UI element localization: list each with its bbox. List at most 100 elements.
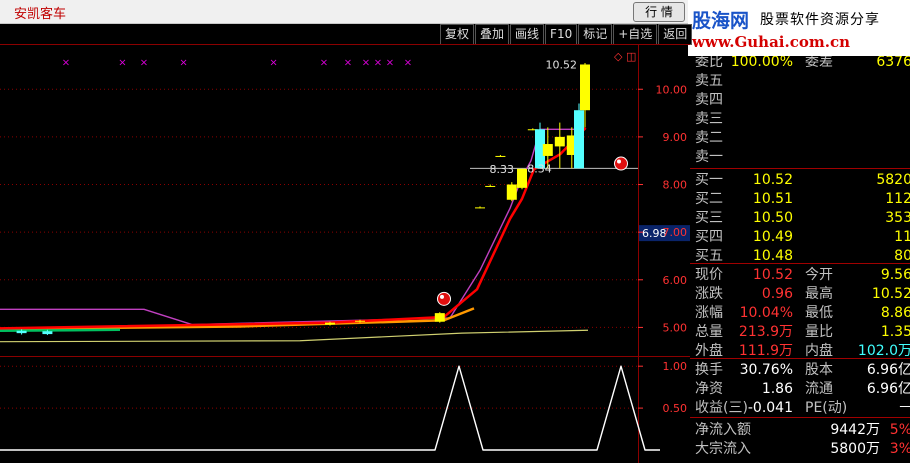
price-annotation-2: 8.34 bbox=[527, 162, 552, 175]
quote-label: 净流入额 bbox=[695, 422, 751, 438]
quote-value: 9442万 bbox=[830, 422, 880, 438]
quote-value: 10.52 bbox=[752, 172, 793, 188]
app-title: 安凯客车 bbox=[14, 7, 67, 22]
quote-value-2: 80 bbox=[894, 248, 910, 264]
marker-x-icon: × bbox=[140, 57, 148, 68]
quote-value-2: 11 bbox=[894, 229, 910, 245]
draw-line-button[interactable]: 画线 bbox=[510, 24, 545, 45]
quote-label: 涨跌 bbox=[695, 286, 723, 302]
quote-value: 10.50 bbox=[752, 210, 793, 226]
quote-row: 买一 10.52 5820 bbox=[690, 171, 910, 190]
quote-row: 换手 30.76% 股本 6.96亿 bbox=[690, 361, 910, 380]
quote-label-2: 流通 bbox=[805, 381, 833, 397]
candle-body-9 bbox=[517, 168, 527, 188]
candle-body-1 bbox=[42, 331, 53, 335]
quote-label: 大宗流入 bbox=[695, 441, 751, 457]
quote-value: 30.76% bbox=[739, 362, 793, 378]
quote-label: 买五 bbox=[695, 248, 723, 264]
restore-rights-button[interactable]: 复权 bbox=[440, 24, 475, 45]
quote-value-2: 1.35 bbox=[880, 324, 910, 340]
marker-x-icon: × bbox=[118, 57, 126, 68]
quote-value-2: 112 bbox=[885, 191, 910, 207]
quote-row: 买二 10.51 112 bbox=[690, 190, 910, 209]
marker-x-icon: × bbox=[344, 57, 352, 68]
quote-value-2: 102.0万 bbox=[857, 343, 910, 359]
quote-row: 外盘 111.9万 内盘 102.0万 bbox=[690, 342, 910, 361]
quote-value-2: 5820 bbox=[876, 172, 910, 188]
signal-highlight-icon bbox=[617, 159, 621, 164]
quote-row: 现价 10.52 今开 9.56 bbox=[690, 266, 910, 285]
marker-x-icon: × bbox=[386, 57, 394, 68]
quote-label: 买四 bbox=[695, 229, 723, 245]
y-tick-label-4: 6.00 bbox=[663, 274, 688, 287]
quote-value-2: 6.96亿 bbox=[866, 381, 910, 397]
brand-logo: 股海网 股票软件资源分享 www.Guhai.com.cn bbox=[688, 0, 910, 56]
quote-label-2: 内盘 bbox=[805, 343, 833, 359]
signal-ball-icon bbox=[614, 156, 628, 171]
marker-x-icon: × bbox=[374, 57, 382, 68]
marker-x-icon: × bbox=[404, 57, 412, 68]
quote-value: 10.48 bbox=[752, 248, 793, 264]
chart-toolbar: 复权 叠加 画线 F10 标记 +自选 返回 bbox=[440, 24, 693, 45]
ma-magenta-line bbox=[0, 128, 586, 326]
f10-button[interactable]: F10 bbox=[545, 24, 578, 45]
marker-x-icon: × bbox=[362, 57, 370, 68]
y-tick-label-1: 9.00 bbox=[663, 131, 688, 144]
overlay-button[interactable]: 叠加 bbox=[475, 24, 510, 45]
back-button[interactable]: 返回 bbox=[658, 24, 693, 45]
quote-value: 111.9万 bbox=[738, 343, 793, 359]
candle-body-0 bbox=[16, 330, 27, 334]
quote-value-2: 5% bbox=[889, 422, 910, 438]
quote-row: 收益(三)-0.041 PE(动) － bbox=[690, 399, 910, 418]
quote-value-2: 10.52 bbox=[871, 286, 910, 302]
marker-x-icon: × bbox=[320, 57, 328, 68]
mark-button[interactable]: 标记 bbox=[578, 24, 613, 45]
quote-label: 买二 bbox=[695, 191, 723, 207]
quote-row: 净资 1.86 流通 6.96亿 bbox=[690, 380, 910, 399]
quote-value-2: 6376 bbox=[876, 56, 910, 70]
quote-label: 卖一 bbox=[695, 149, 723, 165]
brand-url: www.Guhai.com.cn bbox=[692, 33, 850, 51]
quote-value: 1.86 bbox=[761, 381, 793, 397]
quote-label: 卖二 bbox=[695, 130, 723, 146]
quote-value-2: － bbox=[898, 399, 910, 418]
candle-body-3 bbox=[355, 320, 365, 322]
quote-row: 买四 10.49 11 bbox=[690, 228, 910, 247]
chart-corner-icons[interactable]: ◇ ◫ bbox=[614, 50, 636, 63]
ma-green-line bbox=[0, 328, 121, 333]
quote-row: 净流入额 9442万 5% bbox=[690, 421, 910, 440]
indicator-tick-label-0: 1.00 bbox=[663, 360, 688, 373]
quote-label-2: 量比 bbox=[805, 324, 833, 340]
quote-row: 卖四 bbox=[690, 91, 910, 110]
candle-body-4 bbox=[434, 313, 445, 322]
quote-label: 现价 bbox=[695, 267, 723, 283]
price-chart[interactable]: 6.98 × × × × × × × × × × × 10.528.33 8.34 10.009.00… bbox=[0, 44, 690, 463]
quote-row: 总量 213.9万 量比 1.35 bbox=[690, 323, 910, 342]
quote-row: 涨跌 0.96 最高 10.52 bbox=[690, 285, 910, 304]
quote-label: 卖三 bbox=[695, 111, 723, 127]
quote-button[interactable]: 行 情 bbox=[633, 2, 685, 22]
quote-label-2: PE(动) bbox=[805, 400, 848, 416]
quote-label: 收益(三) bbox=[695, 400, 748, 416]
quote-label: 卖四 bbox=[695, 92, 723, 108]
quote-value: 10.51 bbox=[752, 191, 793, 207]
quote-value-2: 6.96亿 bbox=[866, 362, 910, 378]
y-tick-label-3: 7.00 bbox=[663, 226, 688, 239]
quote-label-2: 今开 bbox=[805, 267, 833, 283]
brand-slogan: 股票软件资源分享 bbox=[760, 12, 880, 28]
y-tick-label-0: 10.00 bbox=[656, 83, 688, 96]
quote-row: 委比 100.00% 委差 6376 bbox=[690, 56, 910, 72]
quote-value: 0.96 bbox=[761, 286, 793, 302]
quote-value: -0.041 bbox=[747, 400, 793, 416]
signal-highlight-icon bbox=[440, 294, 444, 299]
quote-value-2: 353 bbox=[885, 210, 910, 226]
ma-red-line bbox=[0, 126, 587, 330]
quote-label-2: 委差 bbox=[805, 56, 833, 70]
quote-value: 10.49 bbox=[752, 229, 793, 245]
candle-body-2 bbox=[325, 322, 335, 325]
quote-row: 买三 10.50 353 bbox=[690, 209, 910, 228]
add-watchlist-button[interactable]: +自选 bbox=[613, 24, 658, 45]
quote-row: 涨幅 10.04% 最低 8.86 bbox=[690, 304, 910, 323]
quote-value: 10.04% bbox=[739, 305, 793, 321]
signal-ball-icon bbox=[437, 291, 451, 306]
